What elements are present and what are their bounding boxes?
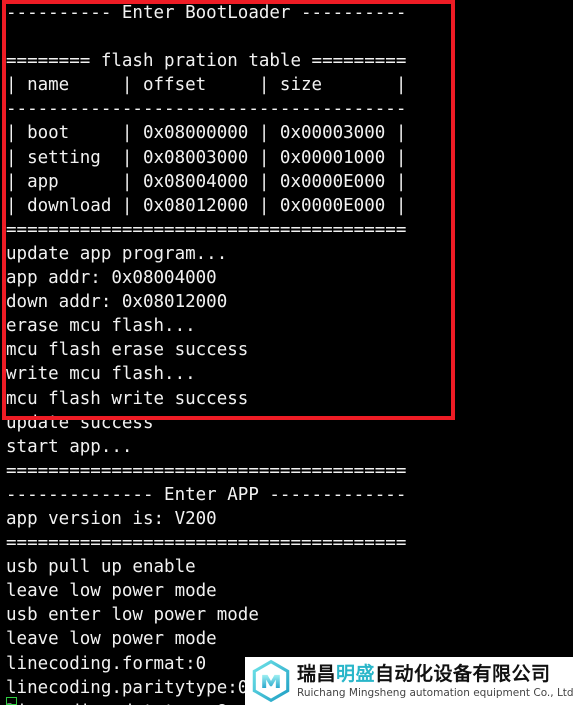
console-output[interactable]: ---------- Enter BootLoader ---------- ==…	[0, 0, 573, 705]
console-line: update success	[6, 412, 154, 433]
console-line: app addr: 0x08004000	[6, 268, 217, 289]
terminal-cursor	[6, 697, 17, 705]
console-line: ======================================	[6, 460, 407, 481]
console-line: ======== flash pration table =========	[6, 51, 407, 72]
console-line: erase mcu flash...	[6, 316, 196, 337]
console-line: mcu flash erase success	[6, 340, 249, 361]
watermark-company-en: Ruichang Mingsheng automation equipment …	[297, 686, 573, 699]
console-line: ======================================	[6, 533, 407, 554]
console-line: down addr: 0x08012000	[6, 292, 228, 313]
console-line: leave low power mode	[6, 581, 217, 602]
console-line: mcu flash write success	[6, 388, 249, 409]
console-line: write mcu flash...	[6, 364, 196, 385]
hexagon-m-logo	[249, 659, 293, 703]
console-line: | boot | 0x08000000 | 0x00003000 |	[6, 123, 407, 144]
console-line: | app | 0x08004000 | 0x0000E000 |	[6, 171, 407, 192]
console-line: start app...	[6, 436, 133, 457]
console-line: | download | 0x08012000 | 0x0000E000 |	[6, 195, 407, 216]
console-line: usb enter low power mode	[6, 605, 259, 626]
watermark-cn-part2: 自动化设备有限公司	[375, 662, 551, 685]
console-line: --------------------------------------	[6, 99, 407, 120]
console-line: | setting | 0x08003000 | 0x00001000 |	[6, 147, 407, 168]
console-line: app version is: V200	[6, 508, 217, 529]
console-line: ---------- Enter BootLoader ----------	[6, 3, 407, 23]
console-line: update app program...	[6, 243, 228, 264]
terminal-screen: ---------- Enter BootLoader ---------- ==…	[0, 0, 573, 705]
console-line: ======================================	[6, 219, 407, 240]
watermark-company-cn: 瑞昌明盛自动化设备有限公司	[297, 663, 573, 686]
console-line: leave low power mode	[6, 629, 217, 650]
watermark-cn-highlight: 明盛	[336, 662, 376, 685]
watermark-logo-banner: 瑞昌明盛自动化设备有限公司 Ruichang Mingsheng automat…	[245, 657, 573, 705]
watermark-cn-part1: 瑞昌	[297, 662, 337, 685]
console-line: usb pull up enable	[6, 557, 196, 578]
watermark-text-block: 瑞昌明盛自动化设备有限公司 Ruichang Mingsheng automat…	[297, 663, 573, 700]
console-line: | name | offset | size |	[6, 75, 407, 96]
console-line: -------------- Enter APP -------------	[6, 484, 407, 505]
